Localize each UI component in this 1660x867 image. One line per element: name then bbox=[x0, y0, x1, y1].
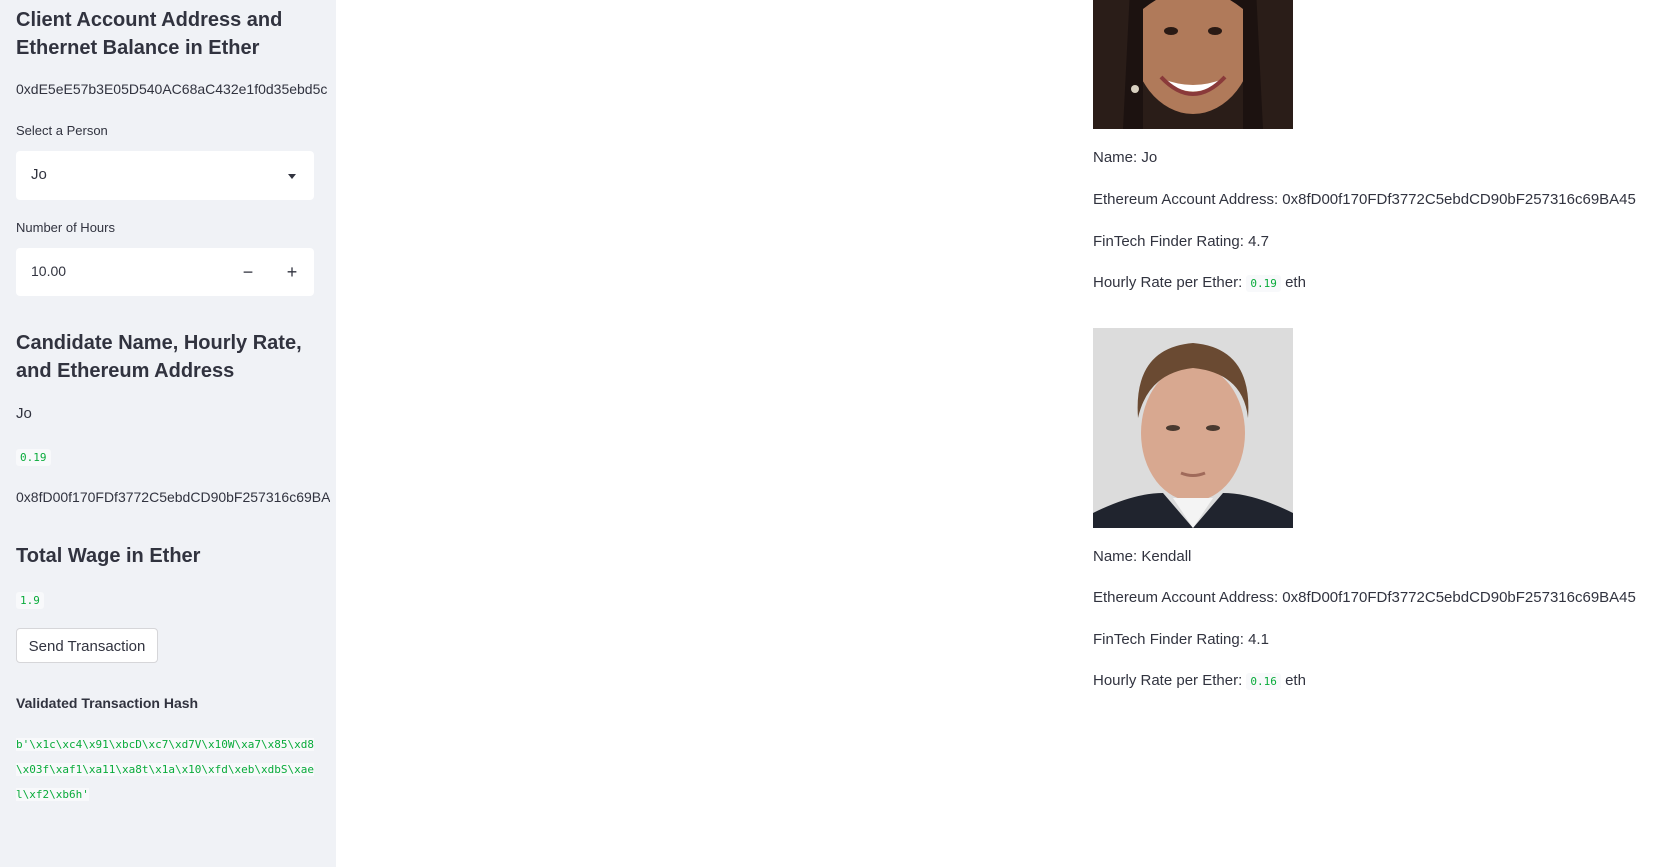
person-select[interactable]: Jo bbox=[16, 151, 314, 200]
client-account-heading: Client Account Address and Ethernet Bala… bbox=[16, 9, 283, 59]
hourly-rate-value: 0.19 bbox=[1246, 275, 1281, 292]
candidate-address-kendall: Ethereum Account Address: 0x8fD00f170FDf… bbox=[1093, 589, 1636, 606]
candidate-rating-jo: FinTech Finder Rating: 4.7 bbox=[1093, 233, 1269, 250]
candidate-address-jo: Ethereum Account Address: 0x8fD00f170FDf… bbox=[1093, 191, 1636, 208]
hourly-rate-value: 0.16 bbox=[1246, 673, 1281, 690]
select-person-label: Select a Person bbox=[16, 123, 108, 138]
sidebar: Client Account Address and Ethernet Bala… bbox=[0, 0, 336, 867]
hourly-rate-label: Hourly Rate per Ether: bbox=[1093, 672, 1243, 689]
hours-stepper: 10.00 − + bbox=[16, 248, 314, 296]
increment-button[interactable]: + bbox=[270, 248, 314, 296]
candidate-address: 0x8fD00f170FDf3772C5ebdCD90bF257316c69BA… bbox=[16, 489, 330, 505]
hourly-rate-unit: eth bbox=[1285, 274, 1306, 291]
chevron-down-icon bbox=[288, 174, 296, 179]
hourly-rate-unit: eth bbox=[1285, 672, 1306, 689]
candidate-rate-line-kendall: Hourly Rate per Ether: 0.16 eth bbox=[1093, 672, 1306, 690]
candidate-name-kendall: Name: Kendall bbox=[1093, 548, 1192, 565]
candidate-name: Jo bbox=[16, 405, 32, 422]
send-transaction-button[interactable]: Send Transaction bbox=[16, 628, 158, 663]
candidate-rating-kendall: FinTech Finder Rating: 4.1 bbox=[1093, 631, 1269, 648]
client-address: 0xdE5eE57b3E05D540AC68aC432e1f0d35ebd5c bbox=[16, 81, 328, 97]
total-wage-heading: Total Wage in Ether bbox=[16, 545, 201, 567]
transaction-hash-value: b'\x1c\xc4\x91\xbcD\xc7\xd7V\x10W\xa7\x8… bbox=[16, 738, 315, 801]
hours-input[interactable]: 10.00 bbox=[31, 263, 66, 279]
hours-label: Number of Hours bbox=[16, 220, 115, 235]
total-wage-value: 1.9 bbox=[16, 592, 44, 609]
candidate-name-jo: Name: Jo bbox=[1093, 149, 1158, 166]
candidate-rate-line-jo: Hourly Rate per Ether: 0.19 eth bbox=[1093, 274, 1306, 292]
candidate-heading: Candidate Name, Hourly Rate, and Ethereu… bbox=[16, 332, 302, 382]
candidate-rate: 0.19 bbox=[16, 449, 51, 466]
decrement-button[interactable]: − bbox=[226, 248, 270, 296]
candidate-photo-jo bbox=[1093, 0, 1293, 129]
transaction-hash-heading: Validated Transaction Hash bbox=[16, 695, 199, 711]
person-select-value: Jo bbox=[31, 166, 47, 183]
candidate-photo-kendall bbox=[1093, 328, 1293, 528]
hourly-rate-label: Hourly Rate per Ether: bbox=[1093, 274, 1243, 291]
